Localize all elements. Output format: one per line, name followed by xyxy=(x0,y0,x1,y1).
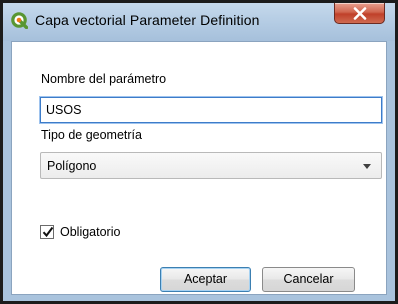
dialog-window: Capa vectorial Parameter Definition Nomb… xyxy=(0,0,398,304)
checkmark-icon xyxy=(42,226,54,238)
required-label: Obligatorio xyxy=(60,225,121,239)
geometry-type-label: Tipo de geometría xyxy=(41,128,142,142)
close-icon xyxy=(353,7,367,20)
title-bar[interactable]: Capa vectorial Parameter Definition xyxy=(3,3,395,41)
geometry-type-select[interactable]: Polígono xyxy=(40,152,382,179)
close-button[interactable] xyxy=(334,3,385,24)
geometry-type-value: Polígono xyxy=(47,159,97,173)
cancel-button[interactable]: Cancelar xyxy=(262,267,355,292)
accept-button[interactable]: Aceptar xyxy=(160,267,251,292)
chevron-down-icon xyxy=(363,164,371,169)
parameter-name-label: Nombre del parámetro xyxy=(41,72,167,86)
qgis-logo-icon xyxy=(11,12,29,30)
window-title: Capa vectorial Parameter Definition xyxy=(35,12,260,28)
dialog-body: Nombre del parámetro Tipo de geometría P… xyxy=(11,41,387,295)
required-checkbox[interactable] xyxy=(40,225,54,239)
parameter-name-input[interactable] xyxy=(39,96,383,124)
